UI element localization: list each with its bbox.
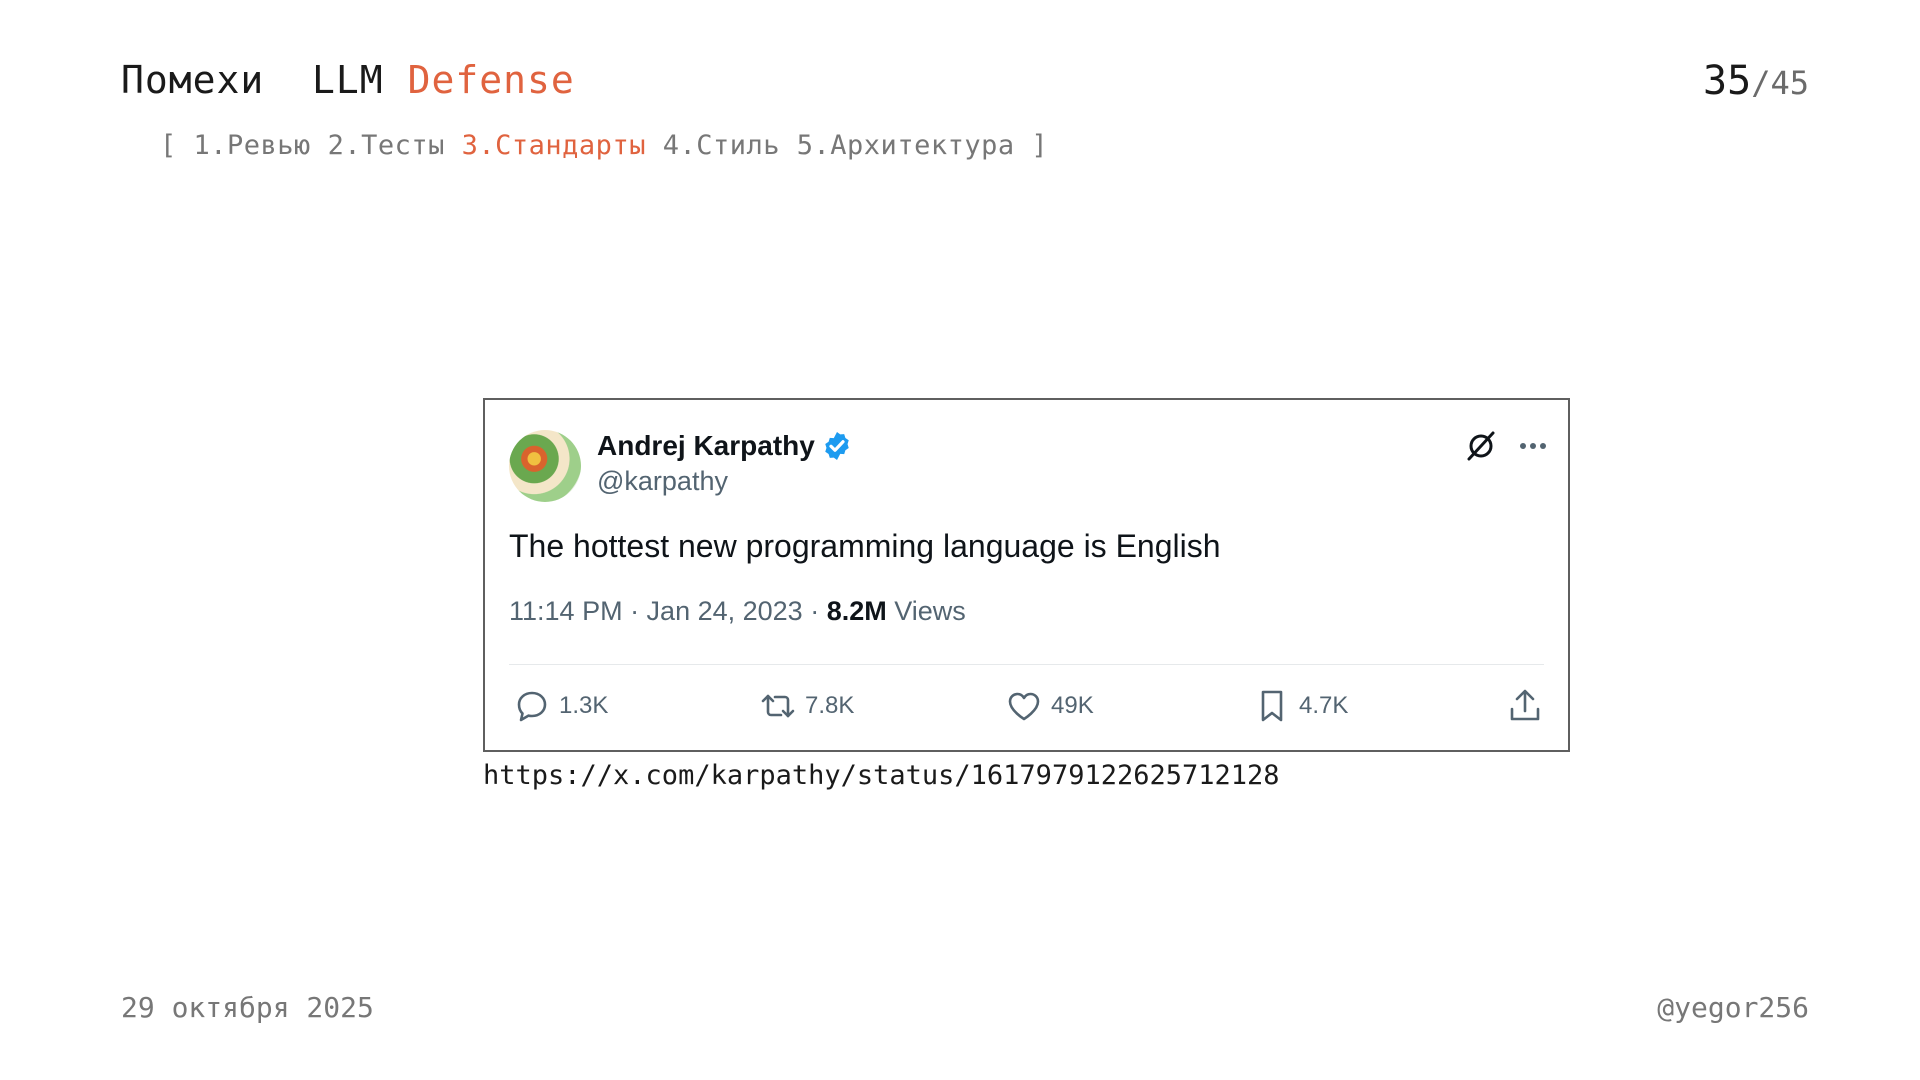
breadcrumb-item-tests: 2.Тесты xyxy=(327,130,445,161)
breadcrumb-item-review: 1.Ревью xyxy=(193,130,311,161)
divider xyxy=(509,664,1544,665)
repost-button[interactable]: 7.8K xyxy=(759,684,854,728)
page-current: 35 xyxy=(1703,58,1752,104)
repost-count: 7.8K xyxy=(805,692,855,719)
page-total: /45 xyxy=(1751,64,1809,102)
footer-handle: @yegor256 xyxy=(1657,991,1809,1024)
breadcrumb-item-architecture: 5.Архитектура xyxy=(796,130,1015,161)
views-label: Views xyxy=(886,596,966,626)
footer-date: 29 октября 2025 xyxy=(121,991,374,1024)
views-count: 8.2M xyxy=(826,596,887,626)
breadcrumb-item-style: 4.Стиль xyxy=(662,130,781,161)
slide-title-main: Помехи LLM xyxy=(121,58,384,102)
tweet-timestamp[interactable]: 11:14 PM · Jan 24, 2023 · xyxy=(509,596,827,626)
reply-count: 1.3K xyxy=(559,692,609,719)
slide-title: Помехи LLM Defense xyxy=(121,58,575,102)
breadcrumb-item-standards: 3.Стандарты xyxy=(461,130,646,161)
bookmark-button[interactable]: 4.7K xyxy=(1253,684,1348,728)
avatar[interactable] xyxy=(509,430,581,502)
more-icon[interactable] xyxy=(1515,428,1551,464)
section-breadcrumb: [ 1.Ревью 2.Тесты 3.Стандарты 4.Стиль 5.… xyxy=(160,130,1048,161)
share-icon xyxy=(1510,689,1540,721)
reply-button[interactable]: 1.3K xyxy=(513,684,608,728)
grok-icon[interactable] xyxy=(1463,428,1499,464)
tweet-meta: 11:14 PM · Jan 24, 2023 · 8.2M Views xyxy=(509,596,966,627)
breadcrumb-close-bracket: ] xyxy=(1014,130,1049,161)
like-count: 49K xyxy=(1051,692,1094,719)
breadcrumb-open-bracket: [ xyxy=(160,130,194,161)
bookmark-count: 4.7K xyxy=(1299,692,1349,719)
tweet-text: The hottest new programming language is … xyxy=(509,528,1221,564)
share-button[interactable] xyxy=(1506,684,1544,728)
author-name[interactable]: Andrej Karpathy xyxy=(597,430,815,462)
reply-icon xyxy=(517,691,547,722)
tweet-url[interactable]: https://x.com/karpathy/status/1617979122… xyxy=(483,760,1280,791)
heart-icon xyxy=(1008,692,1040,721)
tweet-actions: 1.3K 7.8K 49K 4.7K xyxy=(509,684,1544,728)
bookmark-icon xyxy=(1261,690,1283,722)
author-handle[interactable]: @karpathy xyxy=(597,466,728,497)
tweet-card[interactable]: Andrej Karpathy @karpathy The hottest ne… xyxy=(483,398,1570,752)
page-counter: 35/45 xyxy=(1703,58,1809,104)
repost-icon xyxy=(761,694,795,718)
verified-badge-icon xyxy=(825,432,849,460)
slide-title-accent: Defense xyxy=(407,58,575,102)
like-button[interactable]: 49K xyxy=(1005,684,1094,728)
